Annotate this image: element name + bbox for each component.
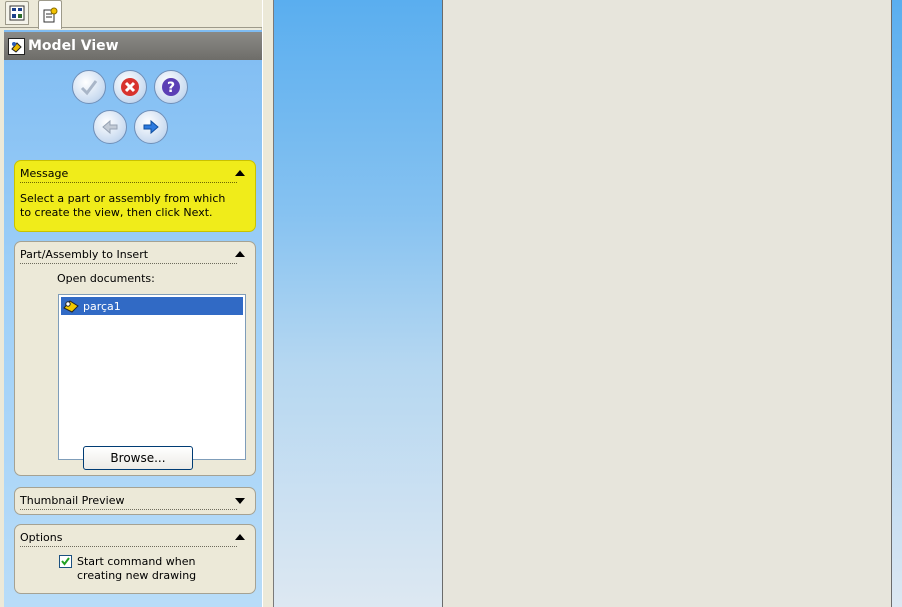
- back-button[interactable]: [93, 110, 127, 144]
- start-command-label-line1: Start command when: [77, 555, 196, 568]
- drawing-sheet[interactable]: [442, 0, 892, 607]
- part-assembly-insert-group: Part/Assembly to Insert Open documents: …: [14, 241, 256, 476]
- browse-button[interactable]: Browse...: [83, 446, 193, 470]
- panel-splitter[interactable]: [263, 0, 273, 607]
- property-manager-panel: Model View ? Message Select a part or as…: [0, 0, 262, 607]
- collapse-arrow-icon[interactable]: [235, 534, 245, 540]
- message-group: Message Select a part or assembly from w…: [14, 160, 256, 232]
- ok-button[interactable]: [72, 70, 106, 104]
- message-text-line2: to create the view, then click Next.: [20, 206, 213, 219]
- document-name: parça1: [83, 299, 121, 313]
- insert-group-header: Part/Assembly to Insert: [20, 248, 237, 264]
- open-documents-list[interactable]: parça1: [58, 294, 246, 460]
- graphics-area[interactable]: [273, 0, 443, 607]
- back-arrow-icon: [102, 119, 118, 135]
- start-command-checkbox[interactable]: [59, 555, 72, 568]
- property-pane: Model View ? Message Select a part or as…: [4, 30, 262, 607]
- svg-text:?: ?: [167, 80, 175, 96]
- expand-arrow-icon[interactable]: [235, 498, 245, 504]
- help-question-icon: ?: [162, 78, 180, 96]
- ok-check-icon: [80, 80, 98, 96]
- next-arrow-icon: [143, 119, 159, 135]
- list-item[interactable]: parça1: [61, 297, 243, 315]
- thumbnail-preview-group[interactable]: Thumbnail Preview: [14, 487, 256, 515]
- message-header: Message: [20, 167, 237, 183]
- cancel-x-icon: [121, 78, 139, 96]
- panel-tab-bar: [0, 0, 262, 29]
- part-icon: [63, 300, 79, 313]
- next-button[interactable]: [134, 110, 168, 144]
- options-group: Options Start command when creating new …: [14, 524, 256, 594]
- property-manager-icon: [43, 7, 58, 23]
- graphics-area-right: [892, 0, 902, 607]
- checkmark-icon: [61, 557, 70, 566]
- message-text-line1: Select a part or assembly from which: [20, 192, 226, 205]
- tab-property-manager[interactable]: [38, 0, 62, 29]
- feature-manager-icon: [9, 5, 25, 21]
- model-view-icon: [8, 37, 25, 55]
- start-command-label-line2: creating new drawing: [77, 569, 197, 582]
- collapse-arrow-icon[interactable]: [235, 170, 245, 176]
- tab-feature-manager[interactable]: [5, 1, 29, 25]
- open-documents-label: Open documents:: [57, 272, 155, 285]
- help-button[interactable]: ?: [154, 70, 188, 104]
- collapse-arrow-icon[interactable]: [235, 251, 245, 257]
- thumbnail-header: Thumbnail Preview: [20, 494, 237, 510]
- panel-titlebar: Model View: [4, 32, 262, 60]
- panel-title: Model View: [28, 38, 119, 54]
- cancel-button[interactable]: [113, 70, 147, 104]
- options-header: Options: [20, 531, 237, 547]
